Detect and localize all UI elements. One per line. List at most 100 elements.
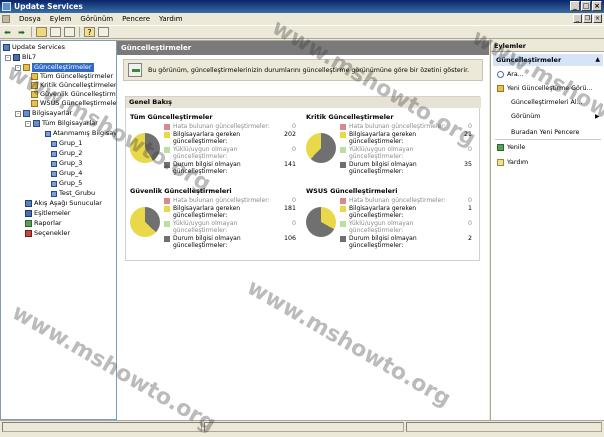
legend-swatch (340, 162, 346, 168)
action-new-update-view[interactable]: Yeni Güncelleştirme Görü... (497, 85, 593, 92)
legend-label[interactable]: Durum bilgisi olmayan güncelleştirmeler: (173, 161, 283, 175)
tree-server[interactable]: - BİL7 (5, 53, 36, 62)
tree-computers[interactable]: - Bilgisayarlar (15, 109, 72, 118)
child-close-button[interactable]: × (593, 14, 602, 23)
menu-gorunum[interactable]: Görünüm (80, 15, 113, 23)
collapse-icon[interactable]: - (15, 111, 21, 117)
legend-label[interactable]: Bilgisayarlara gereken güncelleştirmeler… (173, 205, 283, 219)
help-icon[interactable]: ? (84, 27, 95, 37)
action-view[interactable]: Görünüm (511, 113, 540, 120)
legend-swatch (340, 132, 346, 138)
legend-label[interactable]: Yüklü/uygun olmayan güncelleştirmeler: (349, 146, 459, 160)
tree-options[interactable]: Seçenekler (25, 229, 70, 238)
action-help[interactable]: Yardım (497, 159, 528, 166)
legend-label[interactable]: Yüklü/uygun olmayan güncelleştirmeler: (173, 146, 283, 160)
collapse-caret-icon[interactable]: ▲ (595, 54, 600, 66)
action-new-window[interactable]: Buradan Yeni Pencere (511, 129, 579, 136)
legend-value: 0 (468, 197, 472, 204)
legend-label[interactable]: Hata bulunan güncelleştirmeler: (349, 197, 459, 204)
legend-label[interactable]: Bilgisayarlara gereken güncelleştirmeler… (349, 205, 459, 219)
legend-row: Bilgisayarlara gereken güncelleştirmeler… (340, 205, 476, 219)
tree-group-unassigned[interactable]: Atanmamış Bilgisay (45, 129, 117, 138)
maximize-button[interactable]: □ (581, 1, 591, 11)
tree-all-computers[interactable]: - Tüm Bilgisayarlar (25, 119, 98, 128)
quadrant-title[interactable]: Tüm Güncelleştirmeler (130, 113, 213, 121)
quadrant-title[interactable]: WSUS Güncelleştirmeleri (306, 187, 397, 195)
legend-value: 0 (292, 146, 296, 153)
legend-label[interactable]: Bilgisayarlara gereken güncelleştirmeler… (173, 131, 283, 145)
tree-group-3[interactable]: Grup_3 (51, 159, 82, 168)
status-legend: Hata bulunan güncelleştirmeler: 0 Bilgis… (340, 197, 476, 250)
tree-group-1[interactable]: Grup_1 (51, 139, 82, 148)
legend-row: Yüklü/uygun olmayan güncelleştirmeler: 0 (164, 220, 300, 234)
tree-group-2[interactable]: Grup_2 (51, 149, 82, 158)
close-button[interactable]: × (592, 1, 602, 11)
overview-quadrant: Güvenlik Güncelleştirmeleri Hata bulunan… (130, 187, 302, 263)
menu-eylem[interactable]: Eylem (50, 15, 72, 23)
legend-label[interactable]: Hata bulunan güncelleştirmeler: (349, 123, 459, 130)
action-get-updates[interactable]: Güncelleştirmeleri Al... (511, 99, 583, 106)
legend-swatch (340, 206, 346, 212)
up-folder-icon[interactable] (36, 27, 47, 37)
update-view-icon (31, 100, 38, 107)
legend-value: 2 (468, 235, 472, 242)
tree-updates[interactable]: - Güncelleştirmeler (15, 63, 94, 72)
legend-label[interactable]: Durum bilgisi olmayan güncelleştirmeler: (173, 235, 283, 249)
tree-security-updates[interactable]: Güvenlik Güncelleştirme (31, 90, 117, 99)
tree-group-5[interactable]: Grup_5 (51, 179, 82, 188)
legend-label[interactable]: Durum bilgisi olmayan güncelleştirmeler: (349, 235, 459, 249)
computer-group-icon (51, 141, 57, 147)
tree-update-services[interactable]: Update Services (3, 43, 65, 52)
child-restore-button[interactable]: ❐ (583, 14, 592, 23)
computer-group-icon (33, 120, 40, 127)
action-search[interactable]: Ara... (497, 71, 524, 78)
collapse-icon[interactable]: - (15, 65, 21, 71)
legend-label[interactable]: Yüklü/uygun olmayan güncelleştirmeler: (349, 220, 459, 234)
menu-dosya[interactable]: Dosya (19, 15, 41, 23)
collapse-icon[interactable]: - (25, 121, 31, 127)
collapse-icon[interactable]: - (5, 55, 11, 61)
update-view-icon (31, 73, 38, 80)
actions-separator (495, 139, 601, 140)
status-legend: Hata bulunan güncelleştirmeler: 0 Bilgis… (340, 123, 476, 176)
legend-label[interactable]: Yüklü/uygun olmayan güncelleştirmeler: (173, 220, 283, 234)
tree-all-updates[interactable]: Tüm Güncelleştirmeler (31, 72, 113, 81)
console-tree: Update Services - BİL7 - Güncelleştirmel… (0, 40, 117, 420)
action-refresh[interactable]: Yenile (497, 144, 525, 151)
tree-synchronizations[interactable]: Eşitlemeler (25, 209, 70, 218)
tree-downstream-servers[interactable]: Akış Aşağı Sunucular (25, 199, 102, 208)
legend-row: Hata bulunan güncelleştirmeler: 0 (340, 197, 476, 204)
quadrant-title[interactable]: Kritik Güncelleştirmeler (306, 113, 394, 121)
tree-critical-updates[interactable]: Kritik Güncelleştirmeler (31, 81, 117, 90)
menu-pencere[interactable]: Pencere (122, 15, 150, 23)
show-action-pane-icon[interactable] (98, 27, 109, 37)
legend-row: Bilgisayarlara gereken güncelleştirmeler… (164, 205, 300, 219)
legend-row: Durum bilgisi olmayan güncelleştirmeler:… (164, 161, 300, 175)
legend-label[interactable]: Hata bulunan güncelleştirmeler: (173, 123, 283, 130)
menu-yardim[interactable]: Yardım (159, 15, 183, 23)
forward-arrow-icon[interactable]: ➡ (16, 27, 27, 37)
back-arrow-icon[interactable]: ⬅ (2, 27, 13, 37)
show-hide-tree-icon[interactable] (50, 27, 61, 37)
tree-wsus-updates[interactable]: WSUS Güncelleştirmeleri (31, 99, 117, 108)
status-pie-chart (306, 207, 336, 237)
tree-group-test[interactable]: Test_Grubu (51, 189, 95, 198)
tree-group-4[interactable]: Grup_4 (51, 169, 82, 178)
properties-icon[interactable] (64, 27, 75, 37)
child-minimize-button[interactable]: _ (573, 14, 582, 23)
tree-reports[interactable]: Raporlar (25, 219, 62, 228)
toolbar: ⬅ ➡ ? (0, 25, 604, 39)
legend-row: Yüklü/uygun olmayan güncelleştirmeler: 0 (340, 146, 476, 160)
legend-label[interactable]: Hata bulunan güncelleştirmeler: (173, 197, 283, 204)
legend-label[interactable]: Bilgisayarlara gereken güncelleştirmeler… (349, 131, 459, 145)
info-text: Bu görünüm, güncelleştirmelerinizin duru… (148, 67, 469, 74)
overview-quadrant: Tüm Güncelleştirmeler Hata bulunan günce… (130, 113, 302, 189)
legend-value: 0 (292, 220, 296, 227)
legend-value: 0 (468, 123, 472, 130)
legend-label[interactable]: Durum bilgisi olmayan güncelleştirmeler: (349, 161, 459, 175)
overview-quadrant: WSUS Güncelleştirmeleri Hata bulunan gün… (306, 187, 478, 263)
minimize-button[interactable]: _ (570, 1, 580, 11)
actions-section-updates[interactable]: Güncelleştirmeler ▲ (493, 54, 603, 66)
legend-value: 0 (468, 220, 472, 227)
quadrant-title[interactable]: Güvenlik Güncelleştirmeleri (130, 187, 232, 195)
